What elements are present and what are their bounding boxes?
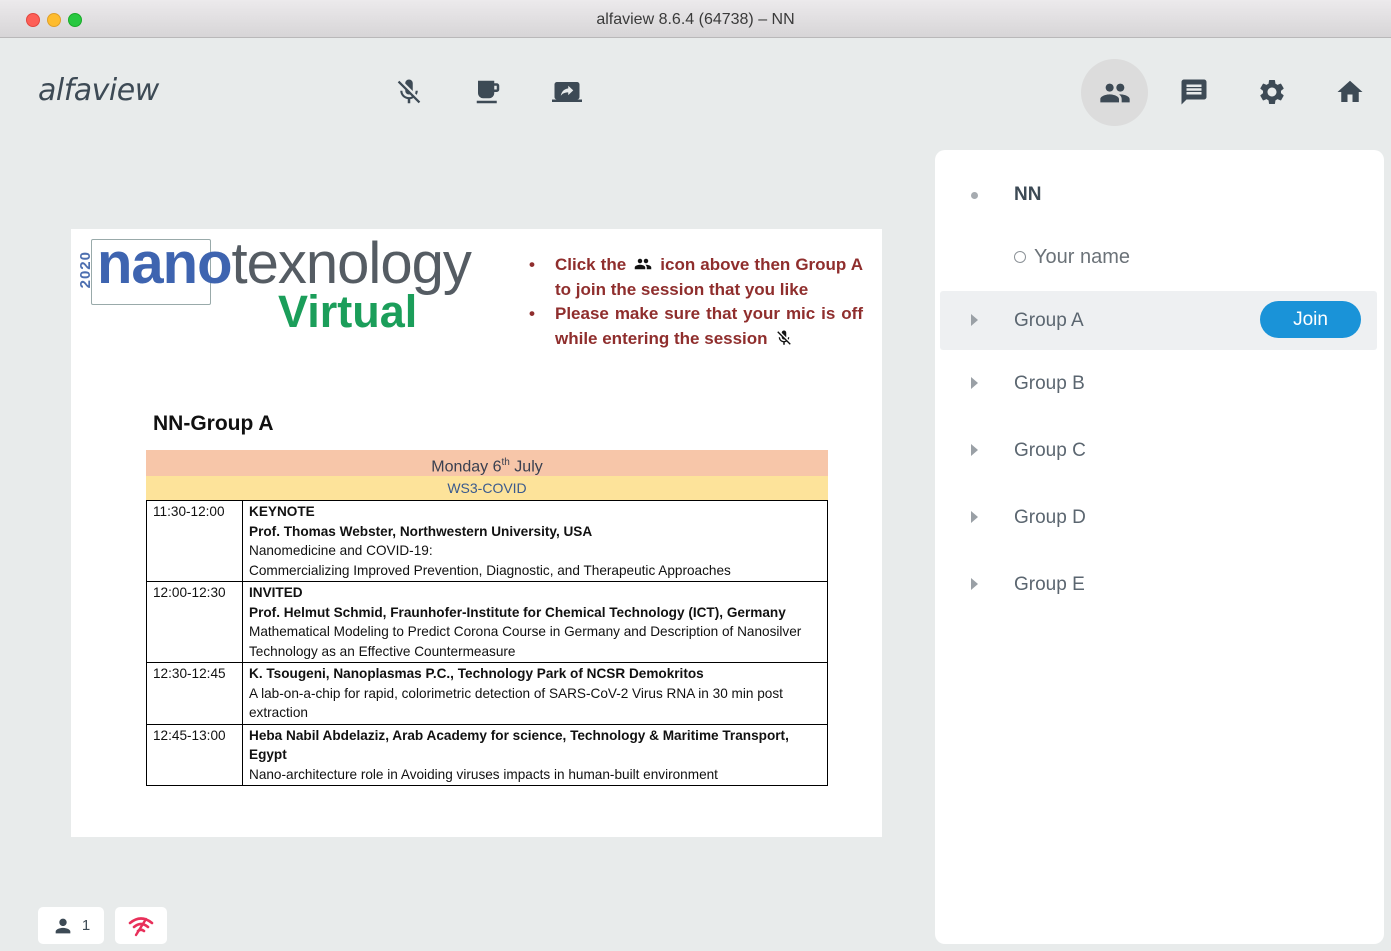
participant-count-badge[interactable]: 1	[38, 907, 104, 944]
mic-off-icon	[777, 330, 792, 345]
home-icon	[1337, 80, 1363, 102]
settings-button[interactable]	[1256, 76, 1288, 108]
schedule-table: Monday 6th July WS3-COVID 11:30-12:00 KE…	[146, 450, 828, 786]
session-title: Nanomedicine and COVID-19:	[249, 543, 433, 558]
group-label: Group D	[1014, 507, 1086, 528]
app-logo: alfaview	[38, 73, 159, 108]
group-row-b[interactable]: Group B	[940, 358, 1377, 410]
session-speaker: Prof. Helmut Schmid, Fraunhofer-Institut…	[249, 604, 786, 620]
screen-share-button[interactable]	[551, 76, 583, 108]
slide-logo-virtual: Virtual	[278, 286, 418, 337]
expand-arrow-icon[interactable]	[971, 377, 978, 389]
expand-arrow-icon[interactable]	[971, 511, 978, 523]
group-label: Group E	[1014, 574, 1085, 595]
person-icon	[55, 918, 71, 933]
participants-icon	[1099, 83, 1130, 102]
group-row-c[interactable]: Group C	[940, 425, 1377, 477]
instruction-join: Click the icon above then Group A to joi…	[523, 253, 863, 302]
join-group-a-button[interactable]: Join	[1260, 301, 1361, 338]
coffee-break-button[interactable]	[472, 76, 504, 108]
table-row: 11:30-12:00 KEYNOTE Prof. Thomas Webster…	[146, 500, 828, 582]
group-row-d[interactable]: Group D	[940, 492, 1377, 544]
group-label: Group B	[1014, 373, 1085, 394]
participants-button[interactable]	[1081, 59, 1148, 126]
table-row: 12:45-13:00 Heba Nabil Abdelaziz, Arab A…	[146, 723, 828, 786]
slide-logo: nanotexnology	[97, 231, 472, 296]
mic-off-button[interactable]	[393, 76, 425, 108]
chat-button[interactable]	[1178, 76, 1210, 108]
session-details: K. Tsougeni, Nanoplasmas P.C., Technolog…	[242, 662, 828, 725]
instruction-mic: Please make sure that your mic is off wh…	[523, 302, 863, 351]
table-row: 12:00-12:30 INVITED Prof. Helmut Schmid,…	[146, 581, 828, 663]
session-speaker: Heba Nabil Abdelaziz, Arab Academy for s…	[249, 727, 789, 763]
self-status-dot	[971, 192, 978, 199]
session-type: INVITED	[249, 585, 303, 600]
name-input[interactable]	[1034, 242, 1354, 272]
chat-icon	[1181, 79, 1207, 105]
group-row-a[interactable]: Group A Join	[940, 291, 1377, 350]
participants-panel: NN Group A Join Group B Group C Group D …	[935, 150, 1384, 944]
expand-arrow-icon[interactable]	[971, 314, 978, 326]
session-title: A lab-on-a-chip for rapid, colorimetric …	[249, 685, 783, 721]
group-row-e[interactable]: Group E	[940, 559, 1377, 611]
table-row: 12:30-12:45 K. Tsougeni, Nanoplasmas P.C…	[146, 662, 828, 725]
settings-icon	[1260, 80, 1284, 104]
schedule-rows: 11:30-12:00 KEYNOTE Prof. Thomas Webster…	[146, 500, 828, 786]
schedule-day: Monday 6th July	[146, 450, 828, 476]
session-details: INVITED Prof. Helmut Schmid, Fraunhofer-…	[242, 581, 828, 663]
home-button[interactable]	[1334, 76, 1366, 108]
session-time: 12:00-12:30	[146, 581, 243, 663]
session-speaker: K. Tsougeni, Nanoplasmas P.C., Technolog…	[249, 666, 704, 681]
screen-share-icon	[552, 82, 582, 102]
session-title: Mathematical Modeling to Predict Corona …	[249, 624, 802, 659]
participants-icon	[634, 258, 652, 270]
schedule-workshop: WS3-COVID	[146, 476, 828, 500]
session-details: KEYNOTE Prof. Thomas Webster, Northweste…	[242, 500, 828, 582]
network-status-button[interactable]	[115, 907, 167, 944]
slide-heading: NN-Group A	[153, 412, 274, 435]
session-time: 11:30-12:00	[146, 500, 243, 582]
session-time: 12:45-13:00	[146, 723, 243, 786]
network-quality-icon	[128, 916, 154, 936]
expand-arrow-icon[interactable]	[971, 578, 978, 590]
slide-instructions: Click the icon above then Group A to joi…	[523, 253, 863, 351]
session-title-continued: Commercializing Improved Prevention, Dia…	[249, 562, 731, 578]
mic-off-icon	[397, 79, 421, 104]
shared-slide: 2020 nanotexnology Virtual Click the ico…	[71, 229, 882, 837]
session-details: Heba Nabil Abdelaziz, Arab Academy for s…	[242, 723, 828, 786]
name-status-icon	[1014, 251, 1026, 263]
session-title: Nano-architecture role in Avoiding virus…	[249, 766, 718, 782]
expand-arrow-icon[interactable]	[971, 444, 978, 456]
title-bar: alfaview 8.6.4 (64738) – NN	[0, 0, 1391, 38]
session-speaker: Prof. Thomas Webster, Northwestern Unive…	[249, 523, 593, 539]
window-title: alfaview 8.6.4 (64738) – NN	[596, 11, 795, 28]
participant-count: 1	[81, 917, 91, 934]
session-type: KEYNOTE	[249, 504, 315, 519]
group-label: Group A	[1014, 310, 1084, 331]
coffee-icon	[476, 80, 500, 104]
session-time: 12:30-12:45	[146, 662, 243, 725]
group-label: Group C	[1014, 440, 1086, 461]
self-name: NN	[1014, 184, 1042, 205]
